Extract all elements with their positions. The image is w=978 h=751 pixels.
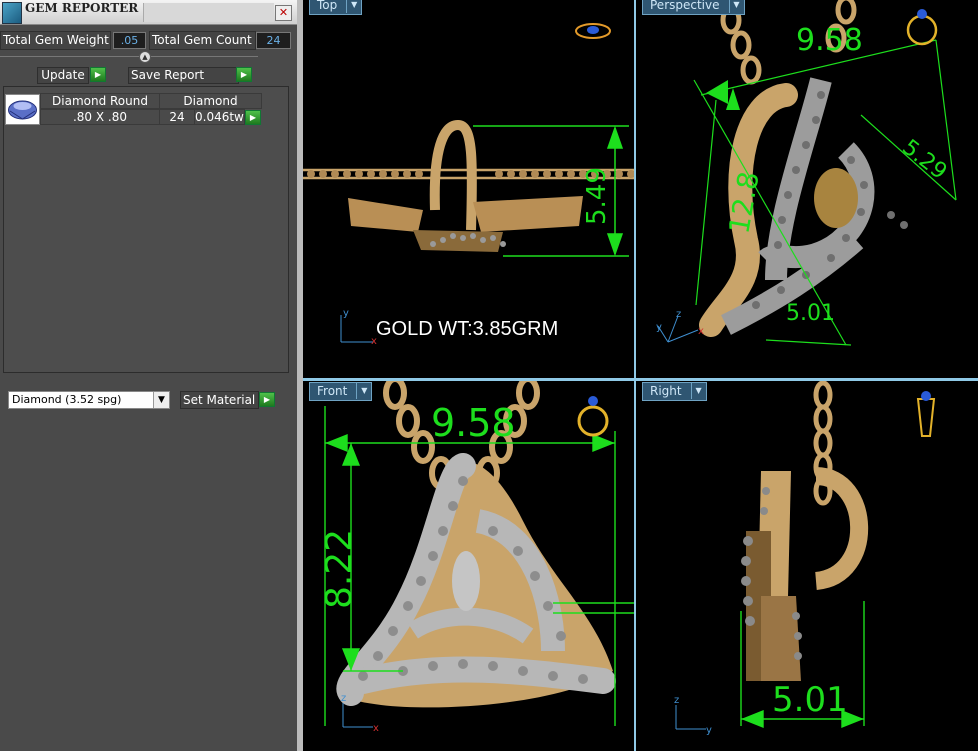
gem-type-cell[interactable]: Diamond <box>159 93 262 109</box>
total-gem-weight-label: Total Gem Weight <box>0 31 111 50</box>
chevron-down-icon[interactable]: ▼ <box>346 0 361 13</box>
perspective-depth2-label: 5.01 <box>786 301 835 326</box>
svg-text:y: y <box>656 322 662 333</box>
gem-row-go-button[interactable]: ▶ <box>245 110 261 125</box>
front-view-render: 9.58 8.22 z x <box>319 381 634 734</box>
viewport-top[interactable]: 5.49 y x Top ▼ GOLD WT:3.85GRM <box>303 0 634 378</box>
viewport-front[interactable]: 9.58 8.22 z x Front ▼ <box>303 381 634 751</box>
tab-perspective[interactable]: Perspective ▼ <box>642 0 745 15</box>
total-gem-weight-value: .05 <box>113 32 146 49</box>
panel-title: GEM REPORTER <box>25 1 139 15</box>
tab-perspective-label: Perspective <box>650 0 720 12</box>
section-divider <box>0 56 258 57</box>
close-button[interactable]: ✕ <box>275 5 292 21</box>
update-button[interactable]: ▶ <box>90 67 106 82</box>
svg-text:z: z <box>341 693 346 704</box>
panel-title-bar: GEM REPORTER ✕ <box>0 0 297 25</box>
perspective-view-render: 9.58 12.8 5.29 5.01 z y x <box>656 0 957 346</box>
svg-text:x: x <box>373 723 379 734</box>
gem-weight-cell[interactable]: 0.046tw <box>194 109 245 125</box>
viewport-right[interactable]: 5.01 z y Right ▼ <box>636 381 978 751</box>
gem-shape-cell[interactable]: Diamond Round <box>40 93 160 109</box>
tab-front-label: Front <box>317 384 348 398</box>
chevron-down-icon[interactable]: ▼ <box>728 0 744 13</box>
gem-size-cell[interactable]: .80 X .80 <box>40 109 160 125</box>
save-report-label: Save Report <box>128 67 239 84</box>
gem-reporter-panel: GEM REPORTER ✕ Total Gem Weight .05 Tota… <box>0 0 297 751</box>
right-view-render: 5.01 z y <box>674 381 936 736</box>
top-dimension-label: 5.49 <box>582 167 612 225</box>
svg-text:y: y <box>343 308 349 319</box>
update-label: Update <box>37 67 89 84</box>
set-material-label: Set Material <box>180 391 259 409</box>
gold-weight-annotation: GOLD WT:3.85GRM <box>376 318 559 340</box>
viewport-perspective[interactable]: 9.58 12.8 5.29 5.01 z y x Perspective ▼ <box>636 0 978 378</box>
gem-reporter-app-icon <box>2 2 22 24</box>
chevron-down-icon[interactable]: ▼ <box>356 383 371 399</box>
chevron-down-icon[interactable]: ▼ <box>690 383 706 399</box>
tab-right-label: Right <box>650 384 682 398</box>
svg-text:y: y <box>706 725 712 736</box>
total-gem-count-label: Total Gem Count <box>149 31 256 50</box>
gem-list <box>3 86 289 373</box>
collapse-toggle-icon[interactable]: ▲ <box>139 51 151 63</box>
svg-text:z: z <box>676 309 681 320</box>
tab-top[interactable]: Top ▼ <box>309 0 363 15</box>
perspective-depth-label: 5.29 <box>897 135 951 185</box>
front-height-label: 8.22 <box>319 529 360 609</box>
tab-top-label: Top <box>317 0 338 12</box>
tab-right[interactable]: Right ▼ <box>642 382 707 401</box>
perspective-width-label: 9.58 <box>796 23 863 58</box>
set-material-button[interactable]: ▶ <box>259 392 275 407</box>
material-select-value: Diamond (3.52 spg) <box>12 393 122 406</box>
tab-front[interactable]: Front ▼ <box>309 382 373 401</box>
front-width-label: 9.58 <box>431 401 516 445</box>
right-depth-label: 5.01 <box>772 680 848 720</box>
title-bar-filler <box>143 3 274 22</box>
material-select[interactable]: Diamond (3.52 spg) ▼ <box>8 391 170 409</box>
gem-count-cell[interactable]: 24 <box>159 109 195 125</box>
svg-text:x: x <box>698 326 704 337</box>
diamond-round-thumbnail-icon[interactable] <box>5 94 40 125</box>
total-gem-count-value: 24 <box>256 32 291 49</box>
save-report-button[interactable]: ▶ <box>236 67 252 82</box>
svg-text:z: z <box>674 695 679 706</box>
chevron-down-icon[interactable]: ▼ <box>153 392 169 408</box>
